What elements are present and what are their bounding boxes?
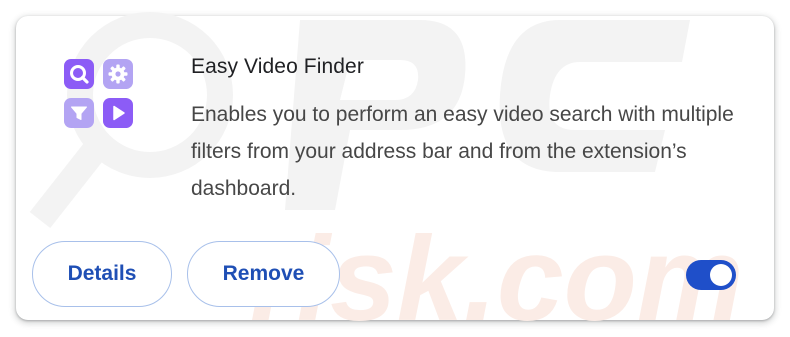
enable-toggle[interactable] [686, 260, 736, 290]
extension-description: Enables you to perform an easy video sea… [191, 103, 734, 200]
details-button[interactable]: Details [32, 241, 172, 307]
extension-page: risk.com Easy Video Finder Enables you t… [0, 0, 790, 337]
filter-icon [64, 98, 94, 128]
gear-icon [103, 59, 133, 89]
play-icon [103, 98, 133, 128]
toggle-knob [710, 264, 732, 286]
extension-name: Easy Video Finder [191, 55, 364, 78]
search-icon [64, 59, 94, 89]
extension-icon [64, 59, 134, 129]
remove-button[interactable]: Remove [187, 241, 340, 307]
